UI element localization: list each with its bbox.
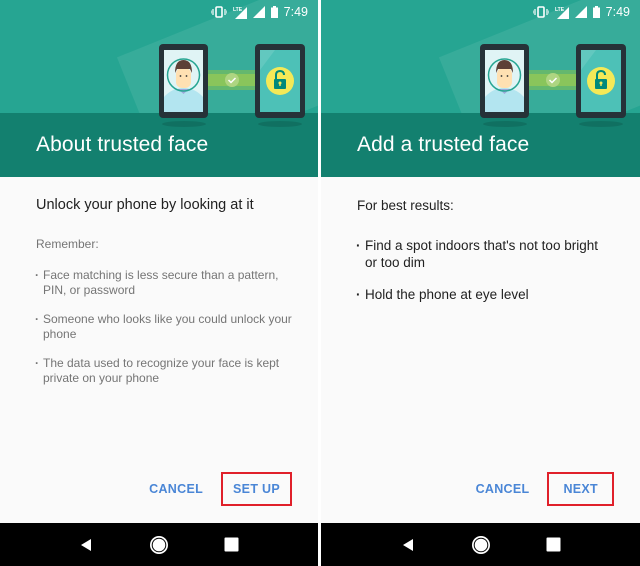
home-button[interactable] (467, 531, 495, 559)
back-button[interactable] (394, 531, 422, 559)
list-item: Someone who looks like you could unlock … (35, 312, 296, 342)
unlocked-phone-icon (255, 44, 305, 118)
about-trusted-face-screen: About trusted face LTE 7:49 Unlock your … (0, 0, 318, 566)
vibrate-icon (210, 6, 227, 18)
face-phone-icon (480, 44, 529, 118)
cancel-button[interactable]: CANCEL (466, 474, 540, 504)
lte-signal-icon: LTE (555, 6, 569, 19)
cancel-button[interactable]: CANCEL (139, 474, 213, 504)
recents-button[interactable] (540, 531, 568, 559)
unlocked-phone-icon (576, 44, 626, 118)
lte-signal-icon: LTE (233, 6, 247, 19)
back-button[interactable] (72, 531, 100, 559)
clock: 7:49 (605, 5, 630, 19)
svg-text:LTE: LTE (233, 7, 243, 13)
list-item: Face matching is less secure than a patt… (35, 268, 296, 298)
status-bar: LTE 7:49 (210, 0, 318, 24)
home-button[interactable] (145, 531, 173, 559)
next-button[interactable]: NEXT (547, 472, 614, 506)
signal-icon (574, 6, 587, 18)
action-bar: CANCEL SET UP (139, 472, 292, 506)
recents-icon (224, 537, 239, 552)
add-trusted-face-screen: Add a trusted face LTE 7:49 For best res… (321, 0, 640, 566)
list-item: The data used to recognize your face is … (35, 356, 296, 386)
bullet-list: Find a spot indoors that's not too brigh… (356, 237, 607, 318)
lead-text: Unlock your phone by looking at it (36, 197, 254, 213)
navigation-bar (321, 523, 640, 566)
back-icon (81, 538, 92, 551)
navigation-bar (0, 523, 318, 566)
lead-text: For best results: (357, 198, 454, 213)
trusted-face-illustration (480, 44, 626, 127)
back-icon (402, 538, 413, 551)
svg-text:LTE: LTE (555, 7, 565, 13)
trusted-face-illustration (159, 44, 305, 127)
vibrate-icon (532, 6, 549, 18)
signal-icon (252, 6, 265, 18)
status-bar: LTE 7:49 (532, 0, 640, 24)
clock: 7:49 (283, 5, 308, 19)
list-item: Hold the phone at eye level (356, 286, 607, 303)
action-bar: CANCEL NEXT (466, 472, 614, 506)
battery-icon (270, 6, 278, 18)
home-icon (149, 535, 168, 554)
battery-icon (592, 6, 600, 18)
recents-icon (546, 537, 561, 552)
recents-button[interactable] (218, 531, 246, 559)
remember-heading: Remember: (36, 237, 99, 251)
home-icon (471, 535, 490, 554)
face-phone-icon (159, 44, 208, 118)
bullet-list: Face matching is less secure than a patt… (35, 268, 296, 400)
set-up-button[interactable]: SET UP (221, 472, 292, 506)
list-item: Find a spot indoors that's not too brigh… (356, 237, 607, 271)
